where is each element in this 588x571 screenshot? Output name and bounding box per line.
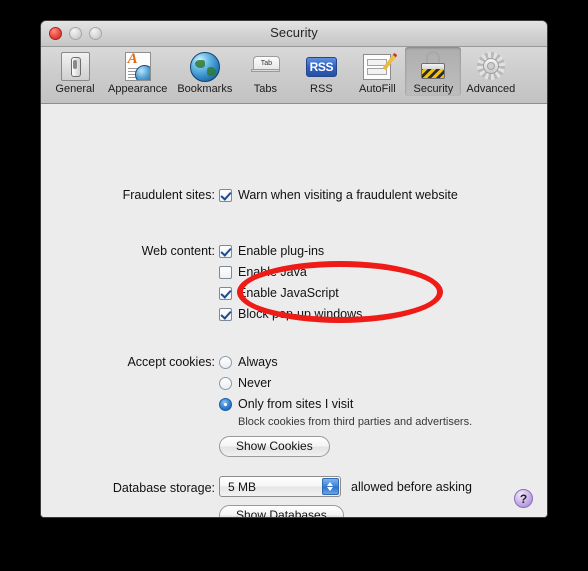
checkbox-enable-javascript-box[interactable] bbox=[219, 287, 232, 300]
radio-cookies-always[interactable]: Always bbox=[219, 355, 278, 369]
radio-cookies-only-visited-dot[interactable] bbox=[219, 398, 232, 411]
checkbox-enable-javascript[interactable]: Enable JavaScript bbox=[219, 286, 339, 300]
checkbox-block-popups-box[interactable] bbox=[219, 308, 232, 321]
checkbox-warn-fraudulent[interactable]: Warn when visiting a fraudulent website bbox=[219, 188, 458, 202]
web-content-label: Web content: bbox=[141, 244, 215, 258]
database-storage-suffix: allowed before asking bbox=[351, 479, 472, 494]
appearance-icon: A bbox=[122, 50, 154, 81]
checkbox-enable-plugins-box[interactable] bbox=[219, 245, 232, 258]
checkbox-enable-plugins[interactable]: Enable plug-ins bbox=[219, 244, 324, 258]
toolbar-item-security[interactable]: Security bbox=[405, 47, 462, 96]
checkbox-enable-java[interactable]: Enable Java bbox=[219, 265, 307, 279]
globe-icon bbox=[189, 50, 221, 82]
checkbox-block-popups-label: Block pop-up windows bbox=[238, 307, 363, 321]
checkbox-enable-javascript-label: Enable JavaScript bbox=[238, 286, 339, 300]
toolbar-item-general[interactable]: General bbox=[47, 47, 103, 96]
toolbar-item-appearance[interactable]: A Appearance bbox=[103, 47, 172, 96]
window-title: Security bbox=[270, 25, 318, 40]
toolbar-label-general: General bbox=[55, 83, 95, 95]
toolbar-label-security: Security bbox=[413, 83, 454, 95]
padlock-icon bbox=[417, 50, 449, 81]
rss-icon-glyph: RSS bbox=[305, 57, 337, 77]
checkbox-warn-fraudulent-label: Warn when visiting a fraudulent website bbox=[238, 188, 458, 202]
database-storage-popup[interactable]: 5 MB bbox=[219, 476, 341, 497]
radio-cookies-never-dot[interactable] bbox=[219, 377, 232, 390]
toolbar-item-tabs[interactable]: Tab Tabs bbox=[237, 47, 293, 96]
rss-icon: RSS bbox=[305, 50, 337, 81]
tabs-icon: Tab bbox=[249, 50, 281, 81]
gear-icon bbox=[475, 50, 507, 81]
database-storage-value: 5 MB bbox=[228, 479, 257, 494]
show-cookies-button[interactable]: Show Cookies bbox=[219, 436, 330, 457]
stepper-icon[interactable] bbox=[322, 478, 339, 495]
toolbar-label-bookmarks: Bookmarks bbox=[177, 83, 233, 95]
radio-cookies-always-label: Always bbox=[238, 355, 278, 369]
radio-cookies-always-dot[interactable] bbox=[219, 356, 232, 369]
radio-cookies-never[interactable]: Never bbox=[219, 376, 271, 390]
radio-cookies-only-visited-label: Only from sites I visit bbox=[238, 397, 354, 411]
toolbar-label-rss: RSS bbox=[310, 83, 333, 95]
toolbar-item-autofill[interactable]: AutoFill bbox=[349, 47, 405, 96]
checkbox-enable-java-label: Enable Java bbox=[238, 265, 307, 279]
toolbar-label-advanced: Advanced bbox=[466, 83, 516, 95]
fraudulent-sites-label: Fraudulent sites: bbox=[122, 188, 215, 202]
checkbox-block-popups[interactable]: Block pop-up windows bbox=[219, 307, 362, 321]
checkbox-warn-fraudulent-box[interactable] bbox=[219, 189, 232, 202]
database-storage-label: Database storage: bbox=[112, 481, 215, 495]
autofill-icon bbox=[361, 50, 398, 81]
radio-cookies-never-label: Never bbox=[238, 376, 272, 390]
security-preferences-window: Security General A Appearance Bookmarks bbox=[40, 20, 548, 518]
checkbox-enable-java-box[interactable] bbox=[219, 266, 232, 279]
preferences-toolbar: General A Appearance Bookmarks Tab Tabs … bbox=[41, 47, 547, 104]
toolbar-label-autofill: AutoFill bbox=[359, 83, 396, 95]
tabs-icon-glyph: Tab bbox=[252, 56, 280, 70]
cookies-note: Block cookies from third parties and adv… bbox=[238, 416, 473, 428]
toolbar-item-bookmarks[interactable]: Bookmarks bbox=[172, 47, 237, 96]
window-titlebar: Security bbox=[41, 21, 547, 47]
security-settings-pane: Fraudulent sites: Warn when visiting a f… bbox=[41, 104, 547, 517]
help-button[interactable]: ? bbox=[514, 489, 533, 508]
accept-cookies-label: Accept cookies: bbox=[127, 355, 215, 369]
checkbox-enable-plugins-label: Enable plug-ins bbox=[238, 244, 325, 258]
toolbar-item-rss[interactable]: RSS RSS bbox=[293, 47, 349, 96]
radio-cookies-only-visited[interactable]: Only from sites I visit bbox=[219, 397, 353, 411]
general-icon bbox=[59, 50, 91, 81]
toolbar-label-tabs: Tabs bbox=[253, 83, 277, 95]
toolbar-item-advanced[interactable]: Advanced bbox=[461, 47, 520, 96]
toolbar-label-appearance: Appearance bbox=[108, 83, 168, 95]
show-databases-button[interactable]: Show Databases bbox=[219, 505, 344, 517]
